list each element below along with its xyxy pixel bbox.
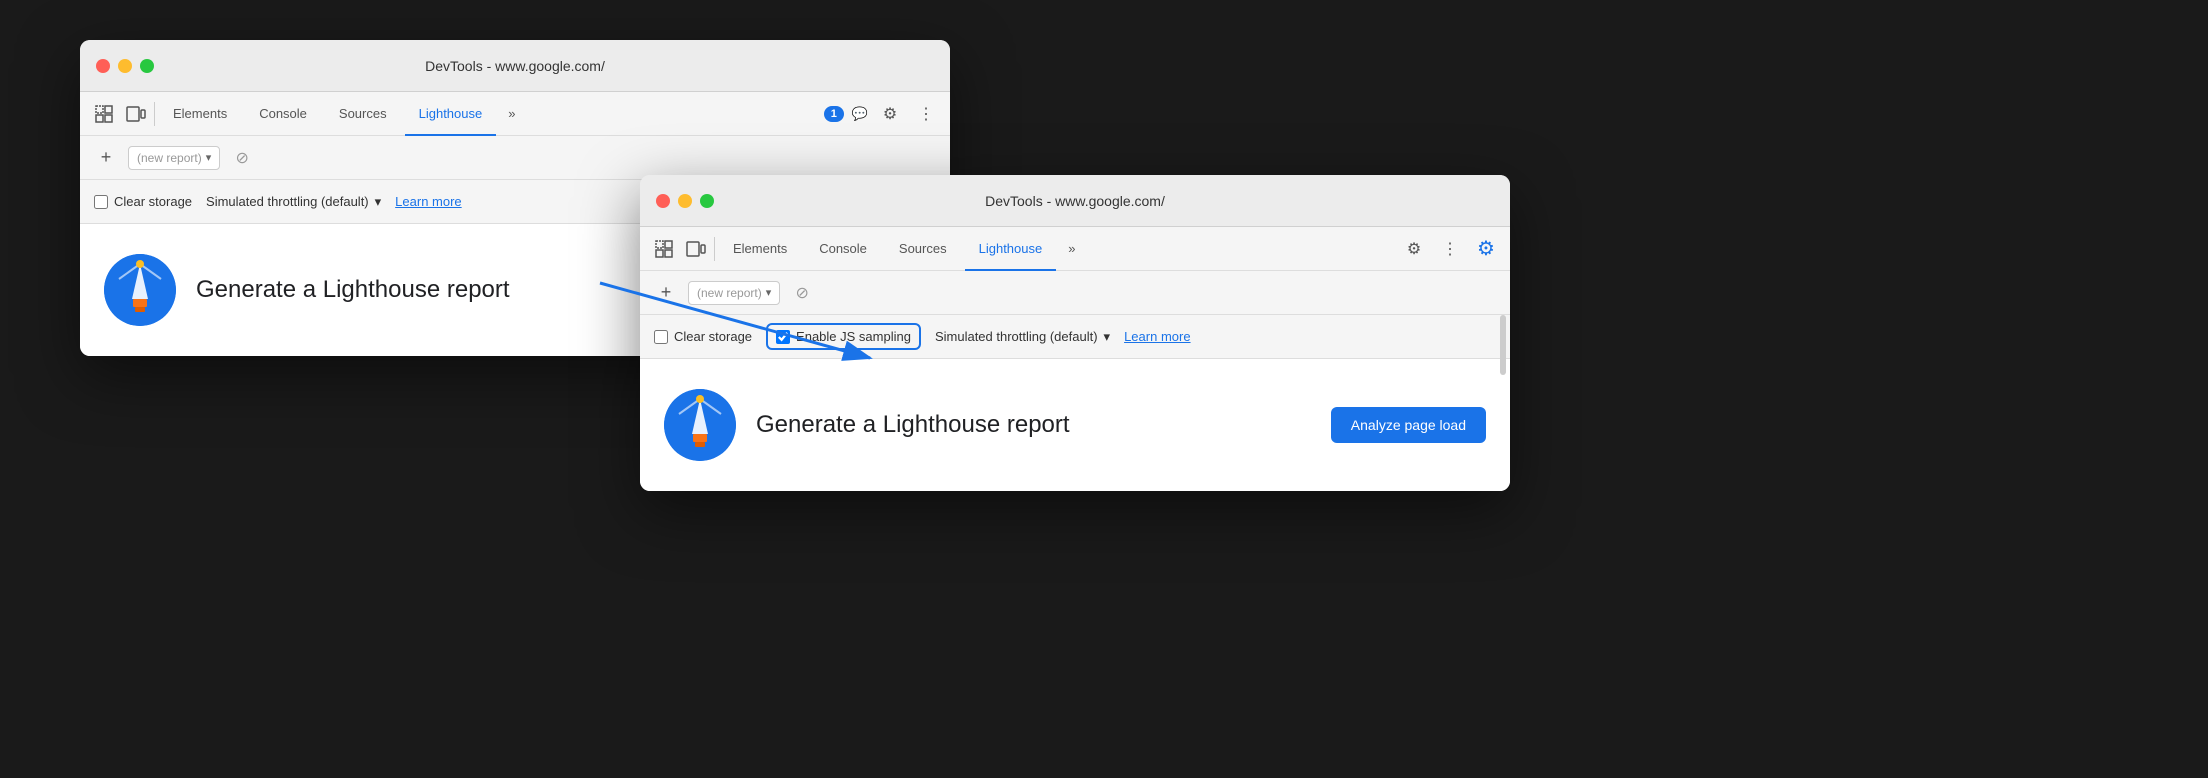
- add-report-button-front[interactable]: +: [652, 279, 680, 307]
- traffic-lights-front: [656, 194, 714, 208]
- device-icon[interactable]: [122, 100, 150, 128]
- scrollbar-front[interactable]: [1500, 315, 1506, 375]
- tab-console-back[interactable]: Console: [245, 92, 321, 136]
- lighthouse-logo-front: [664, 389, 736, 461]
- learn-more-link-back[interactable]: Learn more: [395, 194, 461, 209]
- maximize-button-front[interactable]: [700, 194, 714, 208]
- chat-icon-back: 💬: [852, 106, 868, 122]
- tab-more-front[interactable]: »: [1060, 241, 1083, 256]
- lighthouse-logo-back: [104, 254, 176, 326]
- toolbar-front: Elements Console Sources Lighthouse » ⚙ …: [640, 227, 1510, 271]
- device-icon-front[interactable]: [682, 235, 710, 263]
- selector-icon[interactable]: [90, 100, 118, 128]
- main-content-front: Generate a Lighthouse report Analyze pag…: [640, 359, 1510, 491]
- options-bar-front: Clear storage Enable JS sampling Simulat…: [640, 315, 1510, 359]
- devtools-window-front: DevTools - www.google.com/ Elements Cons…: [640, 175, 1510, 491]
- maximize-button-back[interactable]: [140, 59, 154, 73]
- tab-elements-back[interactable]: Elements: [159, 92, 241, 136]
- settings-icon-back[interactable]: ⚙: [876, 100, 904, 128]
- toolbar-back: Elements Console Sources Lighthouse » 1 …: [80, 92, 950, 136]
- report-select-front[interactable]: (new report) ▾: [688, 281, 780, 305]
- learn-more-link-front[interactable]: Learn more: [1124, 329, 1190, 344]
- generate-report-text-front: Generate a Lighthouse report: [756, 411, 1070, 439]
- enable-js-sampling-highlight: Enable JS sampling: [766, 323, 921, 350]
- generate-report-text-back: Generate a Lighthouse report: [196, 276, 510, 304]
- throttling-select-front[interactable]: Simulated throttling (default) ▾: [935, 329, 1110, 345]
- tab-lighthouse-front[interactable]: Lighthouse: [965, 227, 1057, 271]
- add-report-button-back[interactable]: +: [92, 144, 120, 172]
- minimize-button-back[interactable]: [118, 59, 132, 73]
- throttling-select-back[interactable]: Simulated throttling (default) ▾: [206, 194, 381, 210]
- tab-sources-front[interactable]: Sources: [885, 227, 961, 271]
- clear-storage-checkbox-front[interactable]: Clear storage: [654, 329, 752, 344]
- tab-lighthouse-back[interactable]: Lighthouse: [405, 92, 497, 136]
- tab-sources-back[interactable]: Sources: [325, 92, 401, 136]
- report-bar-front: + (new report) ▾ ⊘: [640, 271, 1510, 315]
- settings-icon-front[interactable]: ⚙: [1400, 235, 1428, 263]
- more-icon-front[interactable]: ⋮: [1436, 235, 1464, 263]
- clear-report-button-back[interactable]: ⊘: [228, 144, 256, 172]
- tab-more-back[interactable]: »: [500, 106, 523, 121]
- close-button-front[interactable]: [656, 194, 670, 208]
- toolbar-divider: [154, 102, 155, 126]
- tab-elements-front[interactable]: Elements: [719, 227, 801, 271]
- title-bar-back: DevTools - www.google.com/: [80, 40, 950, 92]
- window-title-front: DevTools - www.google.com/: [985, 193, 1165, 209]
- toolbar-divider-front: [714, 237, 715, 261]
- minimize-button-front[interactable]: [678, 194, 692, 208]
- more-icon-back[interactable]: ⋮: [912, 100, 940, 128]
- close-button-back[interactable]: [96, 59, 110, 73]
- clear-report-button-front[interactable]: ⊘: [788, 279, 816, 307]
- clear-storage-checkbox-back[interactable]: Clear storage: [94, 194, 192, 209]
- toolbar-right-back: 1 💬 ⚙ ⋮: [824, 100, 940, 128]
- window-title-back: DevTools - www.google.com/: [425, 58, 605, 74]
- notification-badge-back[interactable]: 1: [824, 106, 844, 122]
- toolbar-right-front: ⚙ ⋮ ⚙: [1400, 235, 1500, 263]
- title-bar-front: DevTools - www.google.com/: [640, 175, 1510, 227]
- enable-js-sampling-checkbox[interactable]: Enable JS sampling: [776, 329, 911, 344]
- tab-console-front[interactable]: Console: [805, 227, 881, 271]
- blue-gear-icon[interactable]: ⚙: [1472, 235, 1500, 263]
- traffic-lights-back: [96, 59, 154, 73]
- analyze-page-load-button[interactable]: Analyze page load: [1331, 407, 1486, 443]
- report-bar-back: + (new report) ▾ ⊘: [80, 136, 950, 180]
- selector-icon-front[interactable]: [650, 235, 678, 263]
- report-select-back[interactable]: (new report) ▾: [128, 146, 220, 170]
